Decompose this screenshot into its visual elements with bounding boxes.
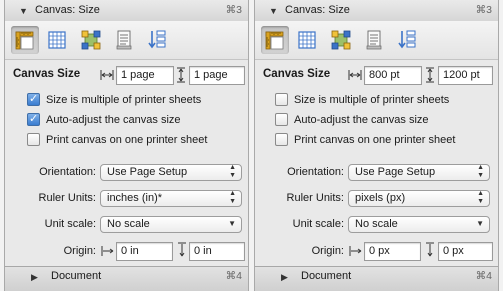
checkbox-box[interactable] bbox=[275, 133, 288, 146]
inspector-panel-right: ▼ Canvas: Size ⌘3 Canvas Size 800 pt 120… bbox=[254, 0, 499, 291]
disclosure-triangle-right-icon[interactable]: ▶ bbox=[281, 268, 288, 287]
select-arrows-icon: ▲ ▼ bbox=[477, 164, 484, 179]
ruler-icon[interactable] bbox=[261, 26, 289, 54]
unit-scale-label: Unit scale: bbox=[292, 218, 344, 230]
ruler-icon[interactable] bbox=[11, 26, 39, 54]
document-icon[interactable] bbox=[360, 26, 388, 54]
checkbox-box[interactable] bbox=[275, 93, 288, 106]
canvas-size-label: Canvas Size bbox=[13, 68, 81, 80]
checkbox-box[interactable] bbox=[275, 113, 288, 126]
canvas-width-field[interactable]: 800 pt bbox=[364, 66, 422, 85]
origin-x-field[interactable]: 0 px bbox=[364, 242, 421, 261]
orientation-value: Use Page Setup bbox=[107, 166, 188, 178]
select-arrows-icon: ▲ ▼ bbox=[229, 164, 236, 179]
ruler-units-select[interactable]: inches (in)* ▲ ▼ bbox=[100, 190, 242, 207]
canvas-corners-icon[interactable] bbox=[77, 26, 105, 54]
checkbox-label: Size is multiple of printer sheets bbox=[46, 94, 202, 106]
orientation-label: Orientation: bbox=[39, 166, 96, 178]
chevron-down-icon: ▼ bbox=[228, 219, 236, 228]
width-dimension-icon bbox=[348, 70, 362, 80]
panel-title: Canvas: Size bbox=[285, 4, 350, 16]
panel-header[interactable]: ▼ Canvas: Size ⌘3 bbox=[5, 0, 248, 22]
document-panel-shortcut: ⌘4 bbox=[475, 270, 492, 282]
layers-sort-icon[interactable] bbox=[143, 26, 171, 54]
inspector-toolbar bbox=[5, 21, 248, 60]
origin-x-icon bbox=[349, 246, 362, 256]
disclosure-triangle-right-icon[interactable]: ▶ bbox=[31, 268, 38, 287]
canvas-width-field[interactable]: 1 page bbox=[116, 66, 174, 85]
checkbox-box[interactable] bbox=[27, 133, 40, 146]
checkbox-label: Print canvas on one printer sheet bbox=[294, 134, 456, 146]
document-panel-header[interactable]: ▶ Document ⌘4 bbox=[255, 266, 498, 291]
checkbox-label: Auto-adjust the canvas size bbox=[294, 114, 429, 126]
layers-sort-icon[interactable] bbox=[393, 26, 421, 54]
disclosure-triangle-down-icon[interactable]: ▼ bbox=[19, 1, 28, 22]
height-dimension-icon bbox=[426, 67, 434, 83]
panel-header[interactable]: ▼ Canvas: Size ⌘3 bbox=[255, 0, 498, 22]
grid-icon[interactable] bbox=[293, 26, 321, 54]
unit-scale-select[interactable]: No scale ▼ bbox=[100, 216, 242, 233]
canvas-corners-icon[interactable] bbox=[327, 26, 355, 54]
checkbox-label: Auto-adjust the canvas size bbox=[46, 114, 181, 126]
origin-y-field[interactable]: 0 in bbox=[189, 242, 245, 261]
document-panel-title: Document bbox=[301, 270, 352, 282]
height-dimension-icon bbox=[177, 67, 185, 83]
orientation-select[interactable]: Use Page Setup ▲ ▼ bbox=[100, 164, 242, 181]
origin-y-field[interactable]: 0 px bbox=[438, 242, 493, 261]
inspector-panel-left: ▼ Canvas: Size ⌘3 Canvas Size 1 page 1 p… bbox=[4, 0, 249, 291]
ruler-units-value: pixels (px) bbox=[355, 192, 406, 204]
inspector-toolbar bbox=[255, 21, 498, 60]
panel-shortcut: ⌘3 bbox=[225, 4, 242, 16]
unit-scale-value: No scale bbox=[355, 218, 398, 230]
origin-y-icon bbox=[178, 242, 186, 257]
document-panel-title: Document bbox=[51, 270, 102, 282]
checkbox-label: Print canvas on one printer sheet bbox=[46, 134, 208, 146]
orientation-select[interactable]: Use Page Setup ▲ ▼ bbox=[348, 164, 490, 181]
ruler-units-label: Ruler Units: bbox=[286, 192, 344, 204]
unit-scale-label: Unit scale: bbox=[44, 218, 96, 230]
checkbox-box[interactable]: ✓ bbox=[27, 93, 40, 106]
chevron-down-icon: ▼ bbox=[476, 219, 484, 228]
unit-scale-select[interactable]: No scale ▼ bbox=[348, 216, 490, 233]
ruler-units-select[interactable]: pixels (px) ▲ ▼ bbox=[348, 190, 490, 207]
origin-x-icon bbox=[101, 246, 114, 256]
document-icon[interactable] bbox=[110, 26, 138, 54]
panel-shortcut: ⌘3 bbox=[475, 4, 492, 16]
select-arrows-icon: ▲ ▼ bbox=[229, 190, 236, 205]
origin-label: Origin: bbox=[311, 245, 344, 257]
width-dimension-icon bbox=[100, 70, 114, 80]
disclosure-triangle-down-icon[interactable]: ▼ bbox=[269, 1, 278, 22]
canvas-size-label: Canvas Size bbox=[263, 68, 331, 80]
checkbox-box[interactable]: ✓ bbox=[27, 113, 40, 126]
canvas-height-field[interactable]: 1 page bbox=[189, 66, 245, 85]
panel-title: Canvas: Size bbox=[35, 4, 100, 16]
origin-x-field[interactable]: 0 in bbox=[116, 242, 173, 261]
unit-scale-value: No scale bbox=[107, 218, 150, 230]
orientation-value: Use Page Setup bbox=[355, 166, 436, 178]
ruler-units-label: Ruler Units: bbox=[38, 192, 96, 204]
ruler-units-value: inches (in)* bbox=[107, 192, 163, 204]
document-panel-header[interactable]: ▶ Document ⌘4 bbox=[5, 266, 248, 291]
orientation-label: Orientation: bbox=[287, 166, 344, 178]
document-panel-shortcut: ⌘4 bbox=[225, 270, 242, 282]
origin-y-icon bbox=[426, 242, 434, 257]
checkmark-icon: ✓ bbox=[29, 113, 39, 125]
checkbox-label: Size is multiple of printer sheets bbox=[294, 94, 450, 106]
checkmark-icon: ✓ bbox=[29, 93, 39, 105]
select-arrows-icon: ▲ ▼ bbox=[477, 190, 484, 205]
grid-icon[interactable] bbox=[43, 26, 71, 54]
canvas-height-field[interactable]: 1200 pt bbox=[438, 66, 493, 85]
origin-label: Origin: bbox=[63, 245, 96, 257]
